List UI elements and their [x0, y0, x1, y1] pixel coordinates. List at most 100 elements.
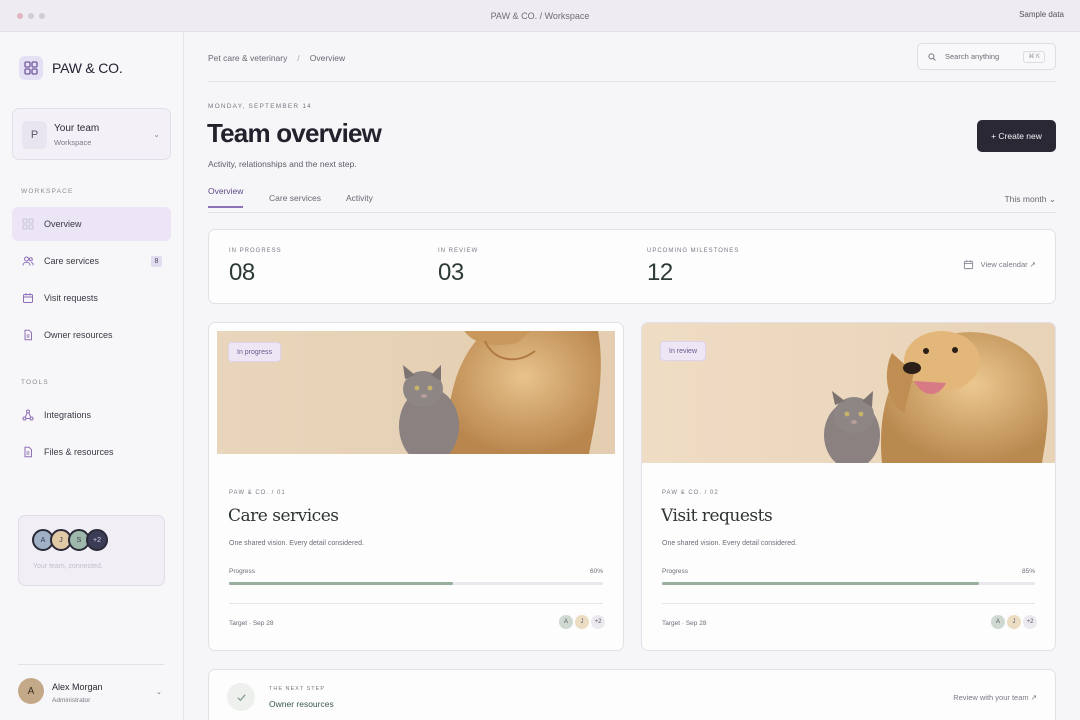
status-badge: In progress — [228, 342, 282, 362]
progress-label: Progress — [229, 568, 256, 575]
breadcrumb: Pet care & veterinary / Overview — [208, 53, 345, 63]
stat-label: UPCOMING MILESTONES — [647, 248, 740, 254]
sidebar-item-integrations[interactable]: Integrations — [12, 398, 171, 432]
sidebar-item-label: Visit requests — [44, 293, 98, 303]
team-connect-card[interactable]: A J S +2 Your team, connected. — [18, 515, 165, 586]
divider — [229, 603, 603, 604]
progress-fill — [662, 582, 980, 585]
target-date: Target · Sep 28 — [229, 620, 274, 627]
workspace-section-label: WORKSPACE — [21, 188, 74, 195]
avatar-stack: A J +2 — [991, 615, 1037, 629]
sidebar-item-files-resources[interactable]: Files & resources — [12, 435, 171, 469]
sidebar-item-care-services[interactable]: Care services 8 — [12, 244, 171, 278]
page-title: Team overview — [207, 118, 382, 148]
users-icon — [22, 256, 34, 266]
view-calendar-link[interactable]: View calendar ↗ — [963, 259, 1036, 270]
user-avatar[interactable]: A — [18, 678, 44, 704]
stat-value: 03 — [438, 259, 464, 286]
check-icon — [227, 683, 255, 711]
project-card-visit-requests[interactable]: In review PAW & CO. / 02 Visit requests … — [641, 322, 1056, 651]
avatar: A — [559, 615, 573, 629]
sidebar-item-label: Files & resources — [44, 447, 114, 457]
progress-bar — [662, 582, 1035, 585]
nodes-icon — [22, 409, 34, 421]
main-content: Pet care & veterinary / Overview Search … — [185, 32, 1080, 720]
window-title: PAW & CO. / Workspace — [490, 11, 590, 21]
search-icon — [928, 53, 936, 61]
team-name: Your team — [54, 123, 100, 134]
count-badge: 8 — [151, 256, 162, 267]
tab-bar: Overview Care services Activity This mon… — [208, 186, 1056, 213]
progress-bar — [229, 582, 603, 585]
avatar-overflow: +2 — [591, 615, 605, 629]
tab-overview[interactable]: Overview — [208, 186, 244, 208]
status-badge: In review — [660, 341, 707, 361]
sidebar-item-label: Owner resources — [44, 330, 113, 340]
avatar: J — [1007, 615, 1021, 629]
search-input[interactable]: Search anything ⌘ K — [917, 43, 1056, 70]
avatar: J — [575, 615, 589, 629]
chevron-down-icon: ⌄ — [153, 130, 160, 139]
progress-percent: 85% — [1021, 568, 1035, 575]
sidebar-item-label: Integrations — [44, 410, 92, 420]
pet-photo: In progress — [217, 331, 615, 454]
user-name[interactable]: Alex Morgan — [52, 682, 103, 692]
shortcut-hint: ⌘ K — [1023, 51, 1045, 63]
card-description: One shared vision. Every detail consider… — [229, 540, 365, 547]
file-icon — [24, 446, 32, 458]
calendar-icon — [963, 260, 973, 270]
card-description: One shared vision. Every detail consider… — [662, 540, 798, 547]
stat-label: IN REVIEW — [438, 248, 479, 254]
breadcrumb-current: Overview — [309, 53, 346, 63]
avatar: A — [991, 615, 1005, 629]
divider — [662, 603, 1035, 604]
breadcrumb-parent[interactable]: Pet care & veterinary — [208, 53, 287, 63]
breadcrumb-separator: / — [297, 53, 300, 63]
card-eyebrow: PAW & CO. / 02 — [662, 490, 719, 496]
stat-label: IN PROGRESS — [229, 248, 282, 254]
calendar-icon — [23, 293, 33, 303]
view-calendar-label: View calendar ↗ — [980, 260, 1036, 269]
progress-fill — [229, 582, 454, 585]
tab-care-services[interactable]: Care services — [269, 193, 321, 213]
window-titlebar: PAW & CO. / Workspace Sample data — [0, 0, 1080, 32]
sidebar-item-owner-resources[interactable]: Owner resources — [12, 318, 171, 352]
stat-value: 12 — [647, 259, 673, 286]
next-step-panel: THE NEXT STEP Owner resources Review wit… — [208, 669, 1056, 720]
next-step-title[interactable]: Owner resources — [269, 699, 334, 709]
grid-icon — [22, 218, 34, 230]
brand[interactable]: PAW & CO. — [19, 56, 123, 80]
user-role: Administrator — [52, 697, 91, 704]
pet-photo: In review — [642, 323, 1055, 463]
target-date: Target · Sep 28 — [662, 620, 707, 627]
avatar-stack: A J S +2 — [32, 529, 108, 551]
progress-percent: 60% — [589, 568, 603, 575]
create-new-button[interactable]: + Create new — [977, 120, 1056, 152]
document-icon — [24, 329, 32, 341]
sidebar-item-label: Overview — [44, 219, 82, 229]
project-card-care-services[interactable]: In progress PAW & CO. / 01 Care services… — [208, 322, 624, 651]
sidebar-item-label: Care services — [44, 256, 100, 266]
card-title: Visit requests — [661, 506, 773, 526]
avatar-overflow: +2 — [1023, 615, 1037, 629]
stat-value: 08 — [229, 259, 255, 286]
avatar-stack: A J +2 — [559, 615, 605, 629]
sidebar-item-visit-requests[interactable]: Visit requests — [12, 281, 171, 315]
progress-label: Progress — [662, 568, 689, 575]
search-placeholder: Search anything — [945, 52, 1000, 61]
tab-activity[interactable]: Activity — [346, 193, 373, 213]
team-switcher[interactable]: P Your team Workspace ⌄ — [12, 108, 171, 160]
sample-data-label: Sample data — [1019, 10, 1064, 19]
sidebar-item-overview[interactable]: Overview — [12, 207, 171, 241]
sidebar: PAW & CO. P Your team Workspace ⌄ WORKSP… — [0, 32, 184, 720]
connect-caption: Your team, connected. — [33, 563, 103, 570]
review-with-team-link[interactable]: Review with your team ↗ — [953, 693, 1037, 702]
tools-section-label: TOOLS — [21, 379, 49, 386]
period-select[interactable]: This month ⌄ — [1004, 194, 1056, 205]
team-subtitle: Workspace — [54, 138, 92, 147]
page-subtitle: Activity, relationships and the next ste… — [208, 159, 357, 169]
card-eyebrow: PAW & CO. / 01 — [229, 490, 286, 496]
card-title: Care services — [228, 506, 339, 526]
next-step-eyebrow: THE NEXT STEP — [269, 686, 325, 692]
chevron-down-icon[interactable]: ⌄ — [156, 688, 162, 696]
